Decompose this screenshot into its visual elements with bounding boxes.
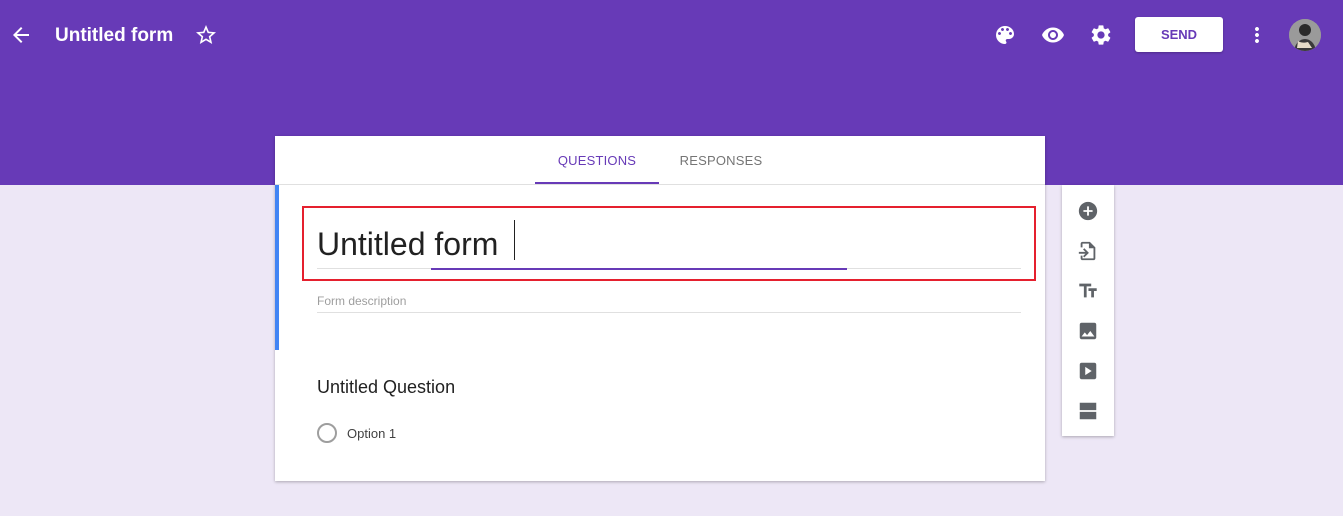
option-label[interactable]: Option 1 [347,426,396,441]
more-vert-icon[interactable] [1241,19,1273,51]
question-toolbar [1062,185,1114,436]
add-question-icon[interactable] [1076,199,1100,223]
tab-responses[interactable]: RESPONSES [659,136,783,185]
option-radio[interactable] [317,423,337,443]
form-name[interactable]: Untitled form [55,23,173,49]
add-title-icon[interactable] [1076,279,1100,303]
add-image-icon[interactable] [1076,319,1100,343]
avatar[interactable] [1289,19,1321,51]
app-header: Untitled form SEND [0,0,1343,72]
form-description-input[interactable] [313,291,1021,311]
form-card: QUESTIONS RESPONSES Untitled Question Op… [275,136,1045,481]
send-button[interactable]: SEND [1135,17,1223,52]
active-tab-indicator [535,182,659,184]
question-title[interactable]: Untitled Question [317,377,455,398]
gear-icon[interactable] [1085,19,1117,51]
tab-questions[interactable]: QUESTIONS [535,136,659,185]
tab-bar: QUESTIONS RESPONSES [275,136,1045,185]
eye-icon[interactable] [1037,19,1069,51]
add-section-icon[interactable] [1076,399,1100,423]
star-icon[interactable] [190,19,222,51]
arrow-back-icon[interactable] [5,19,37,51]
add-video-icon[interactable] [1076,359,1100,383]
palette-icon[interactable] [989,19,1021,51]
import-questions-icon[interactable] [1076,239,1100,263]
highlight-box [302,206,1036,281]
description-underline [317,312,1021,313]
